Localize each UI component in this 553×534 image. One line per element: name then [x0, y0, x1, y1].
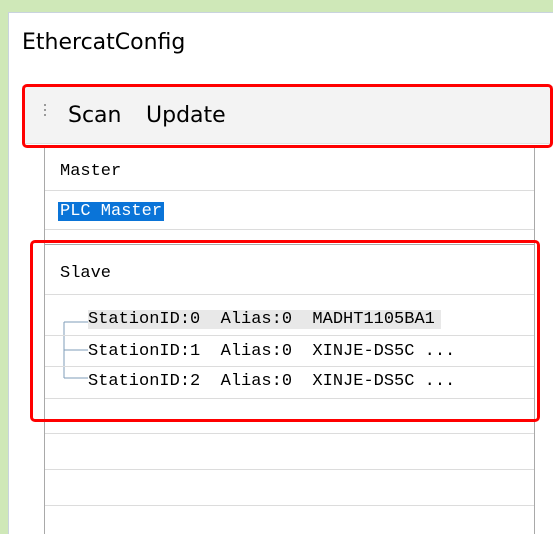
row-divider — [45, 469, 534, 470]
window-title: EthercatConfig — [22, 30, 186, 55]
row-divider — [45, 433, 534, 434]
row-divider — [45, 190, 534, 191]
scan-button[interactable]: Scan — [68, 103, 122, 128]
row-divider — [45, 294, 534, 295]
row-divider — [45, 229, 534, 230]
row-divider — [45, 366, 534, 367]
row-divider — [45, 335, 534, 336]
slave-header[interactable]: Slave — [60, 264, 111, 283]
row-divider — [45, 398, 534, 399]
slave-row-station-0[interactable]: StationID:0 Alias:0 MADHT1105BA1 — [88, 310, 441, 329]
section-divider — [45, 244, 534, 245]
desktop-background-left — [0, 0, 8, 534]
plc-master-item[interactable]: PLC Master — [58, 202, 165, 221]
row-divider — [45, 505, 534, 506]
master-header[interactable]: Master — [60, 162, 121, 181]
slave-row-station-2[interactable]: StationID:2 Alias:0 XINJE-DS5C ... — [88, 372, 455, 391]
update-button[interactable]: Update — [146, 103, 226, 128]
toolbar-grip-handle[interactable] — [44, 104, 47, 122]
slave-row-station-1[interactable]: StationID:1 Alias:0 XINJE-DS5C ... — [88, 342, 455, 361]
desktop-background-top — [0, 0, 553, 12]
tree-connector-lines — [63, 321, 88, 379]
